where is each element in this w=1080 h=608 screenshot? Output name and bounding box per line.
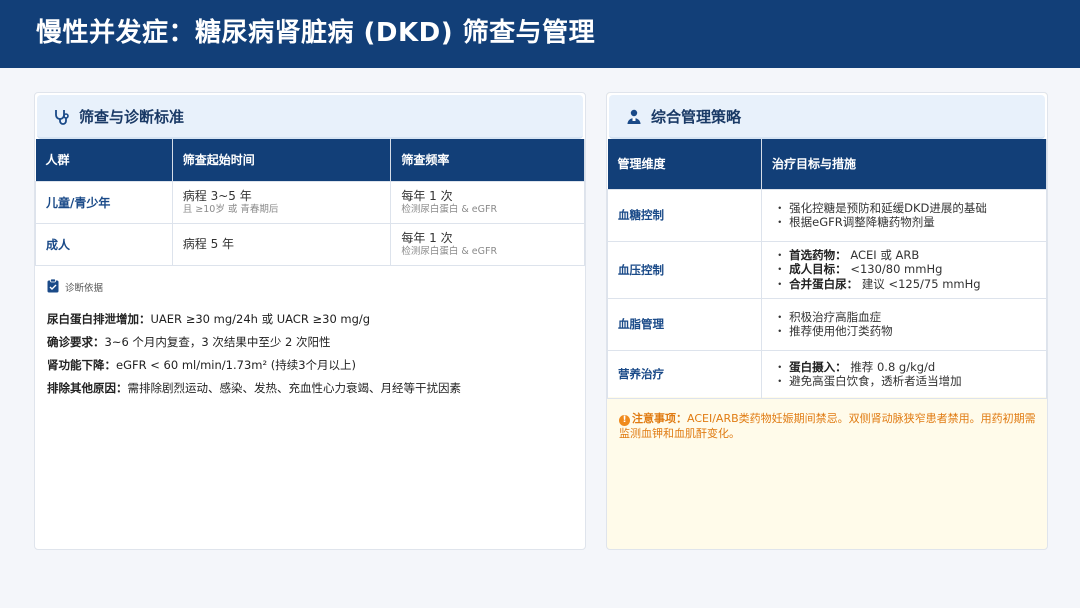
measure-item: ・ 蛋白摄入： 推荐 0.8 g/kg/d	[774, 359, 936, 374]
screening-card-title: 筛查与诊断标准	[79, 108, 185, 126]
stethoscope-icon	[55, 110, 69, 125]
frequency-cell: 每年 1 次 检测尿白蛋白 & eGFR	[390, 180, 585, 224]
criterion-label: 肾功能下降：	[47, 358, 116, 372]
measures-cell: ・ 首选药物： ACEI 或 ARB ・ 成人目标： <130/80 mmHg …	[761, 240, 1047, 299]
dimension-cell: 营养治疗	[607, 349, 762, 399]
group-cell: 成人	[35, 222, 173, 266]
column-header: 人群	[35, 139, 173, 181]
caution-label: 注意事项：	[632, 412, 687, 425]
management-card-title: 综合管理策略	[651, 108, 742, 126]
group-cell: 儿童/青少年	[35, 180, 173, 224]
dimension-cell: 血脂管理	[607, 297, 762, 351]
page-title: 慢性并发症：糖尿病肾脏病 (DKD) 筛查与管理	[36, 18, 596, 48]
measures-cell: ・ 积极治疗高脂血症 ・ 推荐使用他汀类药物	[761, 297, 1047, 351]
measure-item: ・ 强化控糖是预防和延缓DKD进展的基础	[774, 200, 987, 215]
dimension-cell: 血压控制	[607, 240, 762, 299]
measure-item: ・ 成人目标： <130/80 mmHg	[774, 262, 943, 277]
measure-item: ・ 推荐使用他汀类药物	[774, 324, 893, 338]
start-main: 病程 5 年	[182, 236, 235, 251]
column-header: 筛查起始时间	[172, 139, 392, 181]
frequency-sub: 检测尿白蛋白 & eGFR	[401, 203, 498, 215]
measure-item: ・ 根据eGFR调整降糖药物剂量	[774, 215, 935, 229]
table-row: 营养治疗 ・ 蛋白摄入： 推荐 0.8 g/kg/d ・ 避免高蛋白饮食，透析者…	[607, 349, 1047, 399]
table-row: 血脂管理 ・ 积极治疗高脂血症 ・ 推荐使用他汀类药物	[607, 297, 1047, 351]
table-row: 成人 病程 5 年 每年 1 次 检测尿白蛋白 & eGFR	[35, 222, 585, 266]
criterion-item: 肾功能下降：eGFR < 60 ml/min/1.73m² (持续3个月以上)	[47, 357, 356, 373]
measure-item: ・ 合并蛋白尿： 建议 <125/75 mmHg	[774, 276, 981, 291]
dimension-cell: 血糖控制	[607, 188, 762, 242]
management-table: 管理维度 治疗目标与措施 血糖控制 ・ 强化控糖是预防和延缓DKD进展的基础 ・…	[607, 139, 1047, 399]
clipboard-check-icon	[47, 279, 59, 293]
title-bar: 慢性并发症：糖尿病肾脏病 (DKD) 筛查与管理	[0, 0, 1080, 68]
person-icon	[627, 109, 641, 124]
measure-item: ・ 避免高蛋白饮食，透析者适当增加	[774, 374, 962, 388]
diagnosis-basis-label: 诊断依据	[65, 283, 104, 294]
criterion-label: 尿白蛋白排泄增加：	[47, 312, 151, 326]
criterion-text: eGFR < 60 ml/min/1.73m² (持续3个月以上)	[116, 358, 357, 372]
frequency-cell: 每年 1 次 检测尿白蛋白 & eGFR	[390, 222, 585, 266]
table-row: 血糖控制 ・ 强化控糖是预防和延缓DKD进展的基础 ・ 根据eGFR调整降糖药物…	[607, 188, 1047, 242]
criterion-label: 排除其他原因：	[47, 381, 128, 395]
start-sub: 且 ≥10岁 或 青春期后	[182, 203, 279, 215]
column-header: 管理维度	[607, 139, 762, 189]
management-card-header: 综合管理策略	[609, 95, 1045, 139]
start-cell: 病程 3~5 年 且 ≥10岁 或 青春期后	[171, 180, 392, 224]
table-row: 儿童/青少年 病程 3~5 年 且 ≥10岁 或 青春期后 每年 1 次 检测尿…	[35, 180, 585, 224]
criterion-item: 排除其他原因：需排除剧烈运动、感染、发热、充血性心力衰竭、月经等干扰因素	[47, 380, 461, 396]
frequency-main: 每年 1 次	[401, 188, 453, 203]
frequency-sub: 检测尿白蛋白 & eGFR	[401, 245, 498, 257]
measures-cell: ・ 蛋白摄入： 推荐 0.8 g/kg/d ・ 避免高蛋白饮食，透析者适当增加	[761, 349, 1047, 399]
criterion-text: UAER ≥30 mg/24h 或 UACR ≥30 mg/g	[150, 312, 371, 326]
table-row: 血压控制 ・ 首选药物： ACEI 或 ARB ・ 成人目标： <130/80 …	[607, 240, 1047, 299]
criterion-item: 确诊要求：3~6 个月内复查，3 次结果中至少 2 次阳性	[47, 334, 331, 350]
criterion-label: 确诊要求：	[47, 335, 105, 349]
criterion-text: 需排除剧烈运动、感染、发热、充血性心力衰竭、月经等干扰因素	[127, 381, 462, 395]
warning-icon: !	[619, 415, 630, 426]
column-header: 筛查频率	[390, 139, 585, 181]
measure-item: ・ 首选药物： ACEI 或 ARB	[774, 247, 920, 262]
frequency-main: 每年 1 次	[401, 230, 453, 245]
screening-table: 人群 筛查起始时间 筛查频率 儿童/青少年 病程 3~5 年 且 ≥10岁 或 …	[35, 139, 585, 266]
measures-cell: ・ 强化控糖是预防和延缓DKD进展的基础 ・ 根据eGFR调整降糖药物剂量	[761, 188, 1047, 242]
start-main: 病程 3~5 年	[182, 188, 252, 203]
start-cell: 病程 5 年	[171, 222, 392, 266]
screening-card-header: 筛查与诊断标准	[37, 95, 583, 139]
screening-card: 筛查与诊断标准 人群 筛查起始时间 筛查频率 儿童/青少年 病程 3~5 年 且…	[34, 92, 586, 550]
caution-note: ! 注意事项：ACEI/ARB类药物妊娠期间禁忌。双侧肾动脉狭窄患者禁用。用药初期…	[619, 411, 1039, 441]
criterion-text: 3~6 个月内复查，3 次结果中至少 2 次阳性	[104, 335, 331, 349]
table-header-row: 管理维度 治疗目标与措施	[607, 139, 1047, 189]
management-card: 综合管理策略 管理维度 治疗目标与措施 血糖控制 ・ 强化控糖是预防和延缓DKD…	[606, 92, 1048, 550]
criterion-item: 尿白蛋白排泄增加：UAER ≥30 mg/24h 或 UACR ≥30 mg/g	[47, 311, 370, 327]
measure-item: ・ 积极治疗高脂血症	[774, 309, 882, 324]
column-header: 治疗目标与措施	[761, 139, 1047, 189]
table-header-row: 人群 筛查起始时间 筛查频率	[35, 139, 585, 181]
